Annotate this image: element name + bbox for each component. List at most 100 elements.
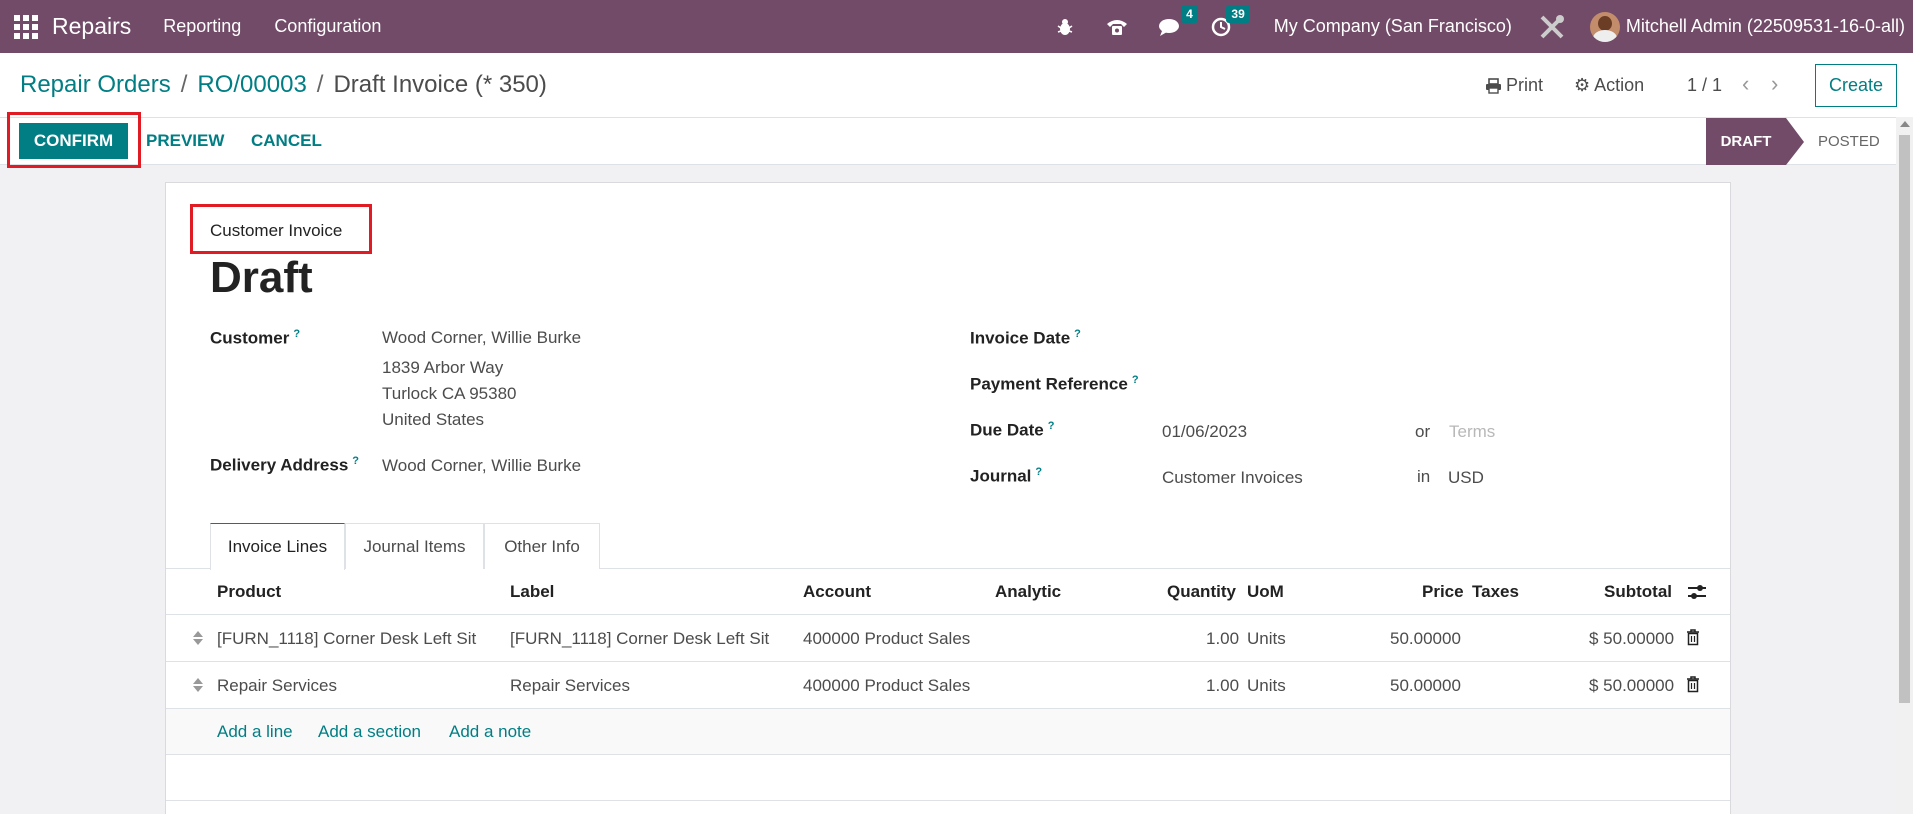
col-uom[interactable]: UoM (1247, 582, 1284, 602)
help-icon[interactable]: ? (293, 328, 300, 340)
pager-next-icon[interactable]: › (1771, 71, 1778, 97)
menu-reporting[interactable]: Reporting (163, 16, 241, 37)
table-header: Product Label Account Analytic Quantity … (166, 569, 1730, 615)
tab-invoice-lines[interactable]: Invoice Lines (210, 523, 345, 570)
breadcrumb-separator: / (316, 71, 324, 98)
stage-draft[interactable]: DRAFT (1706, 118, 1804, 165)
add-note-link[interactable]: Add a note (449, 722, 531, 742)
delivery-address-field[interactable]: Wood Corner, Willie Burke (382, 453, 581, 479)
scroll-thumb[interactable] (1899, 135, 1910, 703)
action-label: Action (1594, 75, 1645, 95)
user-menu[interactable]: Mitchell Admin (22509531-16-0-all) (1626, 16, 1905, 37)
create-button[interactable]: Create (1815, 64, 1897, 107)
cell-account[interactable]: 400000 Product Sales (803, 629, 970, 649)
customer-field[interactable]: Wood Corner, Willie Burke 1839 Arbor Way… (382, 325, 581, 433)
cell-subtotal: $ 50.00000 (1589, 676, 1675, 695)
add-line-row: Add a line Add a section Add a note (166, 709, 1730, 755)
cancel-button[interactable]: CANCEL (251, 131, 322, 151)
apps-menu-icon[interactable] (14, 14, 38, 39)
tab-journal-items[interactable]: Journal Items (345, 523, 484, 569)
trash-icon[interactable] (1686, 629, 1700, 646)
due-date-label: Due Date? (970, 420, 1055, 440)
breadcrumb-repair-order[interactable]: RO/00003 (197, 71, 306, 99)
customer-name: Wood Corner, Willie Burke (382, 328, 582, 347)
add-line-link[interactable]: Add a line (217, 722, 293, 742)
help-icon[interactable]: ? (352, 455, 359, 467)
payment-terms-field[interactable]: Terms (1449, 419, 1495, 445)
scroll-up-icon[interactable] (1900, 121, 1910, 127)
journal-in-text: in (1417, 467, 1431, 486)
help-icon[interactable]: ? (1035, 466, 1042, 478)
add-section-link[interactable]: Add a section (318, 722, 421, 742)
customer-street: 1839 Arbor Way (382, 358, 504, 377)
invoice-sheet: Customer Invoice Draft Customer? Wood Co… (165, 182, 1731, 814)
col-label[interactable]: Label (510, 582, 554, 602)
user-avatar[interactable] (1589, 11, 1620, 42)
help-icon[interactable]: ? (1048, 420, 1055, 432)
delivery-address-label: Delivery Address? (210, 455, 360, 475)
due-or-text: or (1415, 422, 1431, 441)
payment-reference-label: Payment Reference? (970, 374, 1139, 394)
menu-configuration[interactable]: Configuration (274, 16, 381, 37)
col-quantity[interactable]: Quantity (1167, 582, 1236, 602)
pager-value[interactable]: 1 / 1 (1687, 75, 1722, 96)
statusbar: CONFIRM PREVIEW CANCEL DRAFT POSTED (0, 117, 1896, 165)
preview-button[interactable]: PREVIEW (146, 131, 224, 151)
cell-uom[interactable]: Units (1247, 676, 1286, 696)
help-icon[interactable]: ? (1074, 328, 1081, 340)
app-name[interactable]: Repairs (52, 13, 131, 40)
stage-posted[interactable]: POSTED (1818, 133, 1880, 150)
activities-badge: 39 (1226, 4, 1250, 23)
cell-price[interactable]: 50.00000 (1390, 629, 1461, 649)
gear-icon: ⚙ (1574, 75, 1591, 95)
col-taxes[interactable]: Taxes (1472, 582, 1519, 602)
control-panel: Repair Orders / RO/00003 / Draft Invoice… (0, 53, 1913, 117)
cell-account[interactable]: 400000 Product Sales (803, 676, 970, 696)
table-row[interactable]: [FURN_1118] Corner Desk Left Sit [FURN_1… (166, 615, 1730, 662)
col-analytic[interactable]: Analytic (995, 582, 1061, 602)
journal-label: Journal? (970, 466, 1043, 486)
bug-icon[interactable] (1052, 14, 1078, 40)
cell-product[interactable]: [FURN_1118] Corner Desk Left Sit (217, 629, 476, 649)
invoice-title: Draft (210, 253, 313, 302)
table-row[interactable]: Repair Services Repair Services 400000 P… (166, 662, 1730, 709)
scrollbar[interactable] (1896, 117, 1913, 814)
drag-handle-icon[interactable] (192, 676, 204, 694)
col-subtotal[interactable]: Subtotal (1604, 582, 1672, 602)
help-icon[interactable]: ? (1132, 374, 1139, 386)
breadcrumb-current: Draft Invoice (* 350) (333, 71, 547, 98)
activities-clock-icon[interactable]: 39 (1208, 4, 1250, 40)
drag-handle-icon[interactable] (192, 629, 204, 647)
tab-other-info[interactable]: Other Info (484, 523, 600, 569)
print-icon (1486, 77, 1501, 94)
company-switcher[interactable]: My Company (San Francisco) (1274, 16, 1512, 37)
messages-icon[interactable]: 4 (1156, 4, 1198, 40)
journal-field[interactable]: Customer Invoices (1162, 465, 1303, 491)
confirm-highlight (7, 112, 141, 168)
cell-quantity[interactable]: 1.00 (1206, 676, 1239, 696)
print-button[interactable]: Print (1485, 75, 1543, 96)
customer-label: Customer? (210, 328, 301, 348)
breadcrumb-separator: / (180, 71, 188, 98)
invoice-date-label: Invoice Date? (970, 328, 1081, 348)
cell-label[interactable]: Repair Services (510, 676, 630, 696)
cell-price[interactable]: 50.00000 (1390, 676, 1461, 696)
currency-field[interactable]: USD (1448, 465, 1484, 491)
col-product[interactable]: Product (217, 582, 281, 602)
breadcrumb: Repair Orders / RO/00003 / Draft Invoice… (20, 71, 547, 99)
breadcrumb-repair-orders[interactable]: Repair Orders (20, 71, 171, 99)
print-label: Print (1506, 75, 1544, 95)
due-date-field[interactable]: 01/06/2023 (1162, 419, 1247, 445)
pager-previous-icon[interactable]: ‹ (1742, 71, 1749, 97)
trash-icon[interactable] (1686, 676, 1700, 693)
cell-uom[interactable]: Units (1247, 629, 1286, 649)
col-price[interactable]: Price (1422, 582, 1464, 602)
optional-columns-icon[interactable] (1687, 583, 1707, 601)
action-button[interactable]: ⚙ Action (1574, 75, 1644, 96)
cell-label[interactable]: [FURN_1118] Corner Desk Left Sit (510, 629, 769, 649)
col-account[interactable]: Account (803, 582, 871, 602)
tools-icon[interactable] (1538, 13, 1566, 41)
cell-quantity[interactable]: 1.00 (1206, 629, 1239, 649)
cell-product[interactable]: Repair Services (217, 676, 337, 696)
phone-icon[interactable] (1104, 14, 1130, 40)
